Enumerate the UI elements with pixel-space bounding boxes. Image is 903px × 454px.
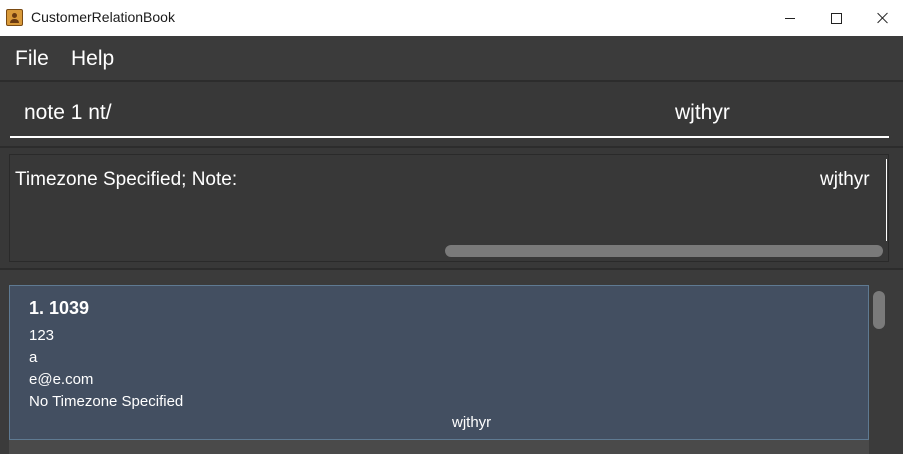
next-card-edge [9, 440, 869, 454]
horizontal-scrollbar[interactable] [445, 245, 883, 257]
command-input-value[interactable]: wjthyr [675, 101, 730, 125]
command-input-underline [10, 136, 889, 138]
close-icon [876, 12, 888, 24]
command-box[interactable]: note 1 nt/ wjthyr [0, 82, 903, 146]
title-bar: CustomerRelationBook [0, 0, 903, 36]
result-text: Timezone Specified; Note: [15, 169, 238, 190]
person-name: 1. 1039 [29, 298, 90, 318]
menu-file[interactable]: File [15, 47, 49, 71]
person-card[interactable]: 1. 1039 123 a e@e.com No Timezone Specif… [9, 285, 869, 440]
maximize-button[interactable] [813, 0, 859, 36]
window-title: CustomerRelationBook [31, 9, 175, 25]
vertical-scrollbar[interactable] [873, 291, 885, 329]
menu-help[interactable]: Help [71, 47, 114, 71]
person-note: wjthyr [452, 414, 492, 431]
person-timezone: No Timezone Specified [29, 393, 184, 410]
minimize-button[interactable] [767, 0, 813, 36]
close-button[interactable] [859, 0, 903, 36]
minimize-icon [785, 17, 795, 19]
person-list: 1. 1039 123 a e@e.com No Timezone Specif… [0, 270, 903, 454]
menu-bar: File Help [0, 36, 903, 80]
result-display-panel: Timezone Specified; Note: wjthyr [0, 148, 903, 268]
text-caret [886, 159, 887, 241]
result-value: wjthyr [820, 169, 870, 190]
person-address: a [29, 349, 38, 366]
person-phone: 123 [29, 327, 55, 344]
contact-book-icon [6, 9, 23, 26]
result-display[interactable]: Timezone Specified; Note: wjthyr [9, 154, 889, 262]
command-input-text[interactable]: note 1 nt/ [24, 101, 112, 125]
person-email: e@e.com [29, 371, 94, 388]
maximize-icon [830, 12, 842, 24]
